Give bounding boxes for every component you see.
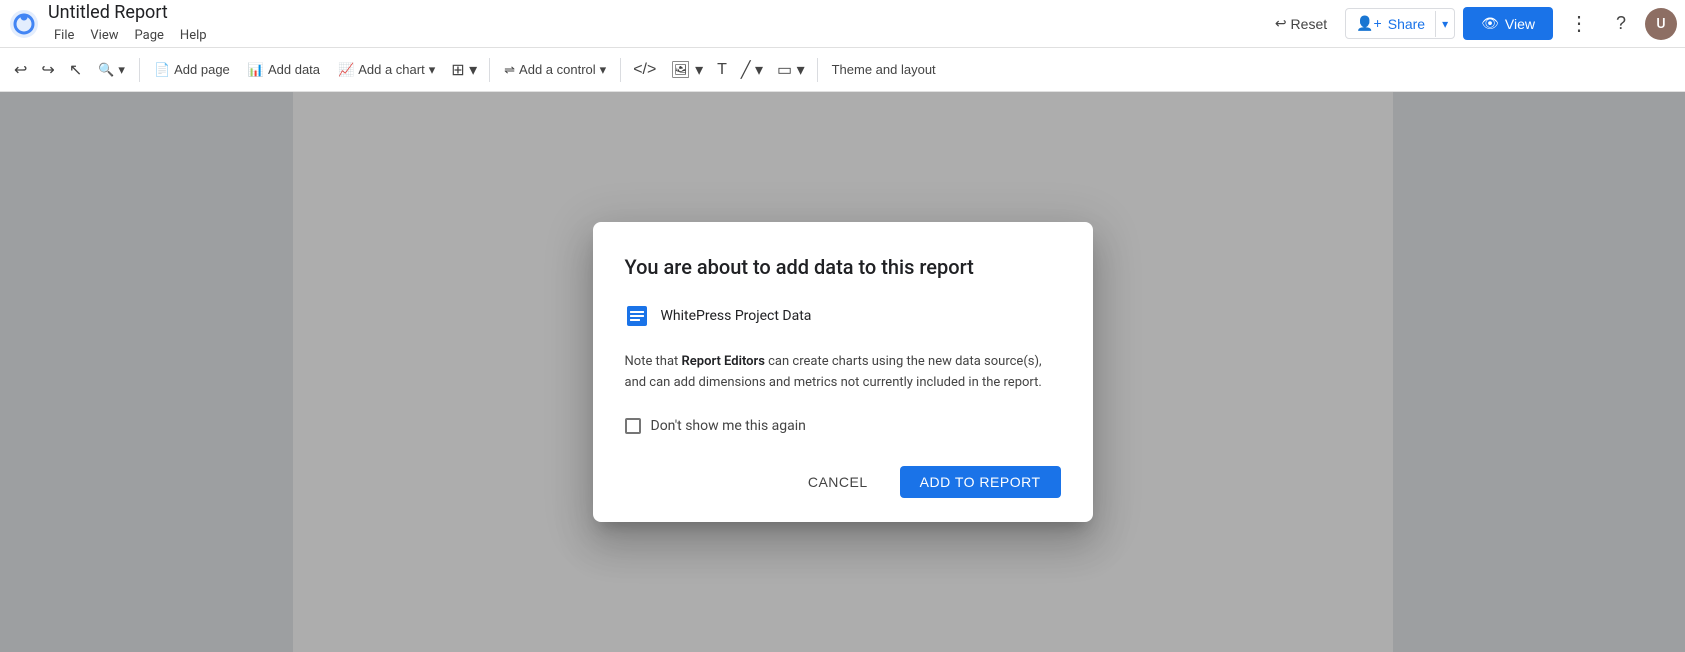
header-right: ↩ Reset 👤+ Share ▾ 👁 View ⋮ ? U [1265,7,1677,40]
zoom-icon: 🔍 [98,62,114,78]
share-label: Share [1388,16,1425,32]
app-logo [8,8,40,40]
checkbox-row[interactable]: Don't show me this again [625,418,1061,434]
reset-label: Reset [1291,16,1328,32]
dont-show-checkbox[interactable] [625,418,641,434]
add-data-dialog: You are about to add data to this report… [593,222,1093,522]
add-page-icon: 📄 [154,62,170,78]
title-info: Untitled Report File View Page Help [48,2,213,45]
add-control-button[interactable]: ⇌ Add a control ▾ [496,56,614,84]
line-button[interactable]: ╱ ▾ [735,54,769,86]
text-button[interactable]: T [711,55,733,85]
modal-overlay: You are about to add data to this report… [0,92,1685,652]
view-button[interactable]: 👁 View [1463,7,1553,40]
reset-button[interactable]: ↩ Reset [1265,9,1337,38]
data-source-row: WhitePress Project Data [625,304,1061,328]
view-label: View [1505,16,1535,32]
image-button[interactable]: 🖼 ▾ [664,54,709,86]
toolbar-separator-1 [139,58,140,82]
add-data-icon: 📊 [248,62,264,78]
add-chart-chevron: ▾ [429,62,436,78]
component-grid-button[interactable]: ⊞ ▾ [445,54,483,86]
add-data-label: Add data [268,62,320,77]
note-bold: Report Editors [682,354,765,369]
share-button[interactable]: 👤+ Share [1346,9,1435,38]
embed-button[interactable]: </> [627,55,662,85]
dialog-note: Note that Report Editors can create char… [625,352,1061,394]
menu-help[interactable]: Help [174,26,213,45]
shape-button[interactable]: ▭ ▾ [771,54,811,86]
note-prefix: Note that [625,354,682,369]
undo-button[interactable]: ↩ [8,54,33,86]
theme-layout-button[interactable]: Theme and layout [824,56,944,83]
theme-layout-label: Theme and layout [832,62,936,77]
eye-icon: 👁 [1481,15,1499,32]
toolbar-separator-4 [817,58,818,82]
dialog-title: You are about to add data to this report [625,254,1061,280]
add-to-report-button[interactable]: ADD TO REPORT [900,466,1061,498]
add-control-icon: ⇌ [504,62,515,78]
menu-file[interactable]: File [48,26,80,45]
cancel-button[interactable]: CANCEL [792,466,884,498]
dialog-actions: CANCEL ADD TO REPORT [625,466,1061,498]
menu-page[interactable]: Page [129,26,170,45]
add-control-label: Add a control [519,62,596,77]
checkbox-label[interactable]: Don't show me this again [651,418,806,434]
report-title[interactable]: Untitled Report [48,2,213,24]
main-area: You are about to add data to this report… [0,92,1685,652]
zoom-button[interactable]: 🔍 ▾ [90,56,133,84]
menu-view[interactable]: View [84,26,124,45]
share-dropdown-button[interactable]: ▾ [1435,11,1454,37]
add-chart-button[interactable]: 📈 Add a chart ▾ [330,56,443,84]
select-button[interactable]: ↖ [63,54,88,86]
toolbar: ↩ ↪ ↖ 🔍 ▾ 📄 Add page 📊 Add data 📈 Add a … [0,48,1685,92]
share-person-icon: 👤+ [1356,15,1382,32]
redo-button[interactable]: ↪ [35,54,60,86]
data-source-icon [625,304,649,328]
zoom-chevron: ▾ [118,62,125,78]
title-bar: Untitled Report File View Page Help ↩ Re… [0,0,1685,48]
chevron-down-icon: ▾ [1442,17,1448,31]
add-chart-label: Add a chart [358,62,425,77]
menu-bar: File View Page Help [48,26,213,45]
share-wrapper: 👤+ Share ▾ [1345,8,1455,39]
add-data-button[interactable]: 📊 Add data [240,56,328,84]
add-page-label: Add page [174,62,230,77]
add-page-button[interactable]: 📄 Add page [146,56,238,84]
add-chart-icon: 📈 [338,62,354,78]
reset-icon: ↩ [1275,15,1287,32]
add-control-chevron: ▾ [600,62,607,78]
help-button[interactable]: ? [1605,8,1637,40]
toolbar-separator-3 [620,58,621,82]
avatar[interactable]: U [1645,8,1677,40]
data-source-name: WhitePress Project Data [661,308,812,324]
more-options-button[interactable]: ⋮ [1561,7,1597,40]
toolbar-separator-2 [489,58,490,82]
